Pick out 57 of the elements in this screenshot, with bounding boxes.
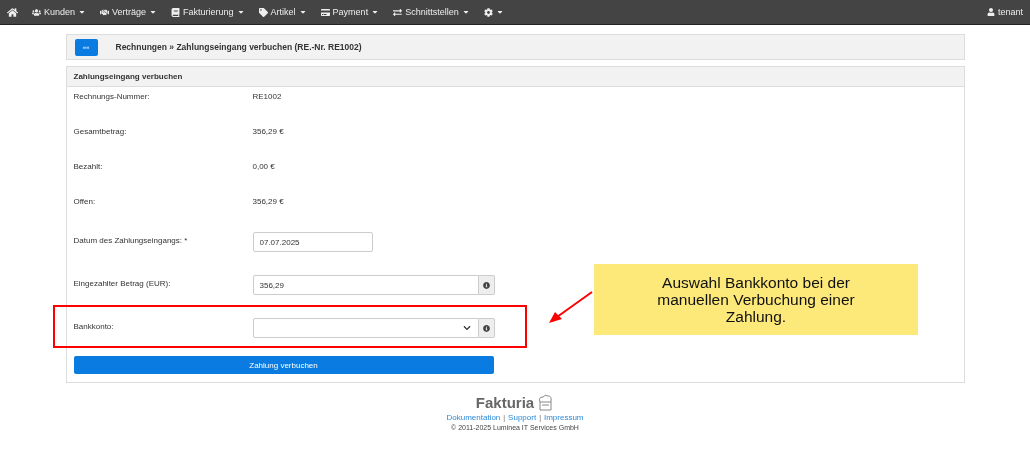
page-title: Rechnungen » Zahlungseingang verbuchen (RE.-Nr. RE1002) [115, 42, 362, 52]
user-menu[interactable]: tenant [986, 7, 1023, 17]
field-value: RE1002 [252, 92, 282, 103]
field-label: Bankkonto: [73, 321, 115, 333]
caret-icon [495, 8, 504, 16]
nav-menu-item[interactable]: Artikel [258, 7, 307, 17]
caret-icon [78, 8, 87, 16]
nav-label: Artikel [270, 7, 296, 17]
tag-icon [258, 7, 268, 17]
submit-button[interactable]: Zahlung verbuchen [73, 356, 494, 374]
nav-label: Schnittstellen [405, 7, 459, 17]
field-label: Gesamtbetrag: [73, 127, 128, 138]
nav-label: Verträge [112, 7, 147, 17]
amount-field[interactable]: 356,29 [252, 275, 479, 295]
field-label: Rechnungs-Nummer: [73, 92, 151, 103]
nav-menu-item[interactable]: Payment [320, 7, 380, 17]
settings-icon [483, 7, 493, 17]
nav-label: Payment [332, 7, 369, 17]
nav-menu-item[interactable]: Verträge [100, 7, 158, 17]
field-value: 356,29 € [252, 127, 284, 138]
cloud-box-icon [536, 393, 555, 411]
user-name: tenant [997, 7, 1023, 17]
caret-icon [149, 8, 158, 16]
credit-card-icon [320, 7, 330, 17]
nav-label: Kunden [44, 7, 76, 17]
footer-link[interactable]: Dokumentation [446, 413, 501, 422]
nav-menu-item[interactable]: Fakturierung [171, 7, 245, 17]
footer-link[interactable]: Impressum [543, 413, 584, 422]
caret-icon [298, 8, 307, 16]
field-label: Bezahlt: [73, 162, 104, 173]
date-field[interactable]: 07.07.2025 [252, 232, 373, 252]
callout-arrow [549, 291, 593, 323]
nav-menu-item[interactable]: Schnittstellen [393, 7, 470, 17]
info-icon [482, 324, 490, 332]
footer-link[interactable]: Support [508, 413, 537, 422]
user-icon [986, 8, 995, 16]
exchange-arrows-icon [393, 7, 403, 17]
nav-label: Fakturierung [183, 7, 234, 17]
home-icon[interactable] [7, 6, 18, 18]
panel-title: Zahlungseingang verbuchen [66, 67, 964, 87]
field-label: Offen: [73, 197, 97, 208]
users-icon [32, 7, 41, 17]
book-icon [171, 7, 181, 17]
nav-menu-item[interactable] [483, 7, 504, 17]
caret-icon [461, 8, 470, 16]
field-value: 356,29 € [252, 197, 284, 208]
handshake-icon [100, 7, 110, 17]
field-label: Eingezahlter Betrag (EUR): [73, 278, 172, 290]
info-icon [482, 281, 490, 289]
logo-text: Fakturia [475, 393, 535, 411]
field-label: Datum des Zahlungseingangs: * [73, 235, 189, 247]
nav-menu-item[interactable]: Kunden [32, 7, 87, 17]
field-value: 0,00 € [252, 162, 275, 173]
callout-note: Auswahl Bankkonto bei der manuellen Verbuchung einer Zahlung. [594, 264, 918, 335]
chevron-down-icon [462, 324, 471, 332]
caret-icon [236, 8, 245, 16]
caret-icon [371, 8, 380, 16]
